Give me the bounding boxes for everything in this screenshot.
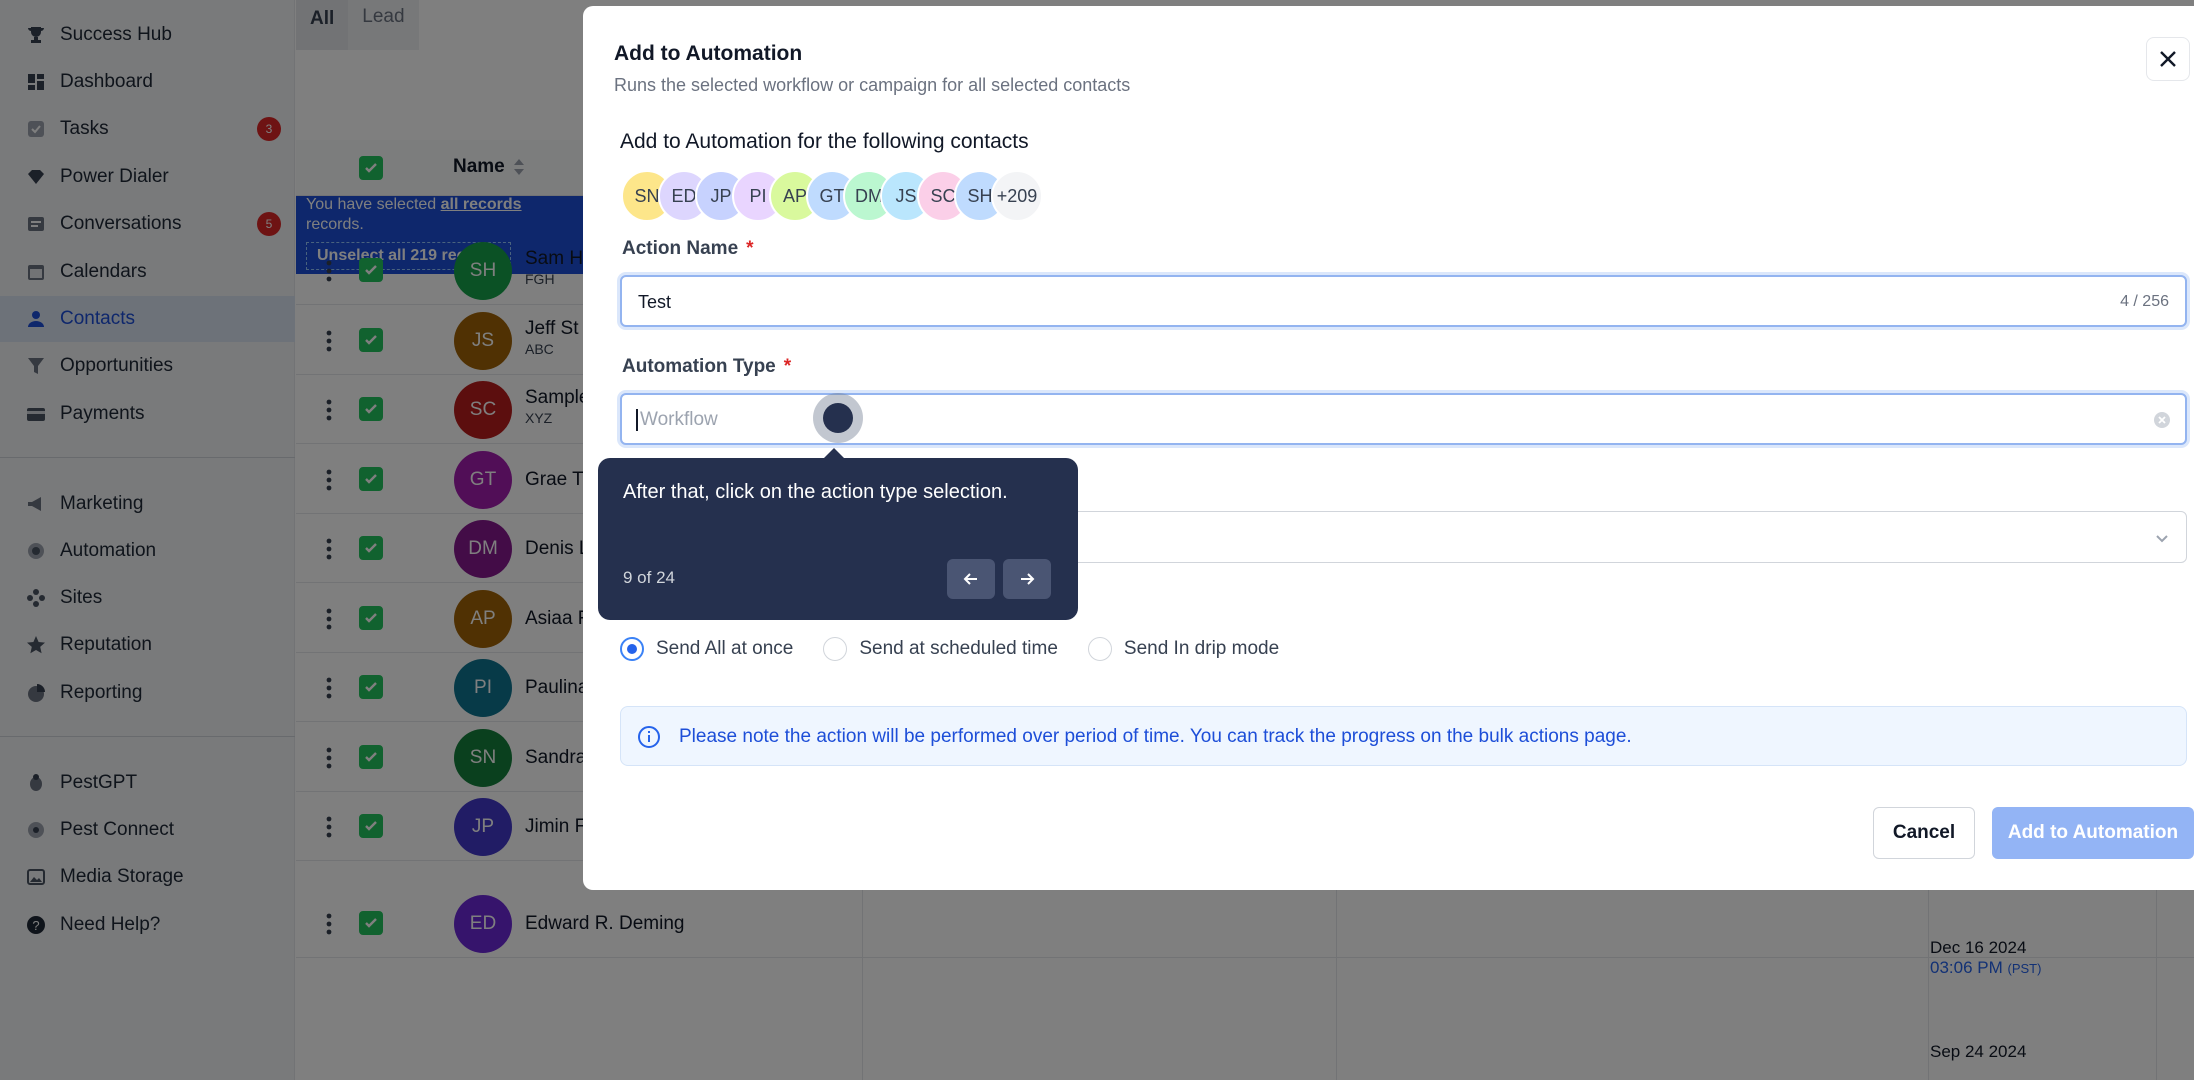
close-icon <box>2160 51 2176 67</box>
send-mode-option[interactable]: Send In drip mode <box>1087 637 1280 661</box>
tour-tooltip-text: After that, click on the action type sel… <box>623 481 1008 503</box>
action-name-value: Test <box>638 292 672 312</box>
tour-tooltip: After that, click on the action type sel… <box>598 448 1078 620</box>
modal-title: Add to Automation <box>614 42 803 65</box>
radio-label: Send In drip mode <box>1123 638 1280 659</box>
send-mode-option[interactable]: Send at scheduled time <box>823 637 1058 661</box>
arrow-right-icon <box>1021 573 1035 585</box>
radio-label: Send at scheduled time <box>859 638 1058 659</box>
action-name-label: Action Name * <box>622 238 754 260</box>
add-to-automation-button[interactable]: Add to Automation <box>1992 807 2194 859</box>
cancel-button[interactable]: Cancel <box>1873 807 1975 859</box>
radio-label: Send All at once <box>656 638 794 659</box>
tour-step-counter: 9 of 24 <box>623 568 675 587</box>
contact-chip: +209 <box>991 170 1043 222</box>
modal-subtitle: Runs the selected workflow or campaign f… <box>614 75 1131 95</box>
info-icon <box>638 726 660 748</box>
send-mode-radio-group: Send All at once Send at scheduled time Se… <box>620 637 1279 661</box>
send-mode-option[interactable]: Send All at once <box>620 637 793 661</box>
action-name-input[interactable]: Test 4 / 256 <box>620 275 2187 327</box>
contacts-section-title: Add to Automation for the following cont… <box>620 130 1029 153</box>
required-mark: * <box>783 356 792 377</box>
tour-previous-button[interactable] <box>947 559 995 599</box>
close-button[interactable] <box>2146 37 2190 81</box>
radio-button[interactable] <box>823 637 848 661</box>
automation-type-placeholder: Workflow <box>636 409 718 431</box>
info-text: Please note the action will be performed… <box>679 726 1632 747</box>
character-counter: 4 / 256 <box>2120 293 2169 310</box>
label-text: Automation Type <box>622 356 776 377</box>
automation-type-label: Automation Type * <box>622 356 791 378</box>
tour-next-button[interactable] <box>1003 559 1051 599</box>
radio-button[interactable] <box>1087 637 1112 661</box>
info-banner: Please note the action will be performed… <box>620 706 2187 766</box>
chevron-down-icon <box>2156 535 2168 543</box>
clear-icon[interactable] <box>2153 411 2171 429</box>
arrow-left-icon <box>963 573 977 585</box>
required-mark: * <box>746 238 754 259</box>
label-text: Action Name <box>622 238 739 259</box>
radio-button[interactable] <box>620 637 644 661</box>
tour-hotspot[interactable] <box>813 393 863 443</box>
